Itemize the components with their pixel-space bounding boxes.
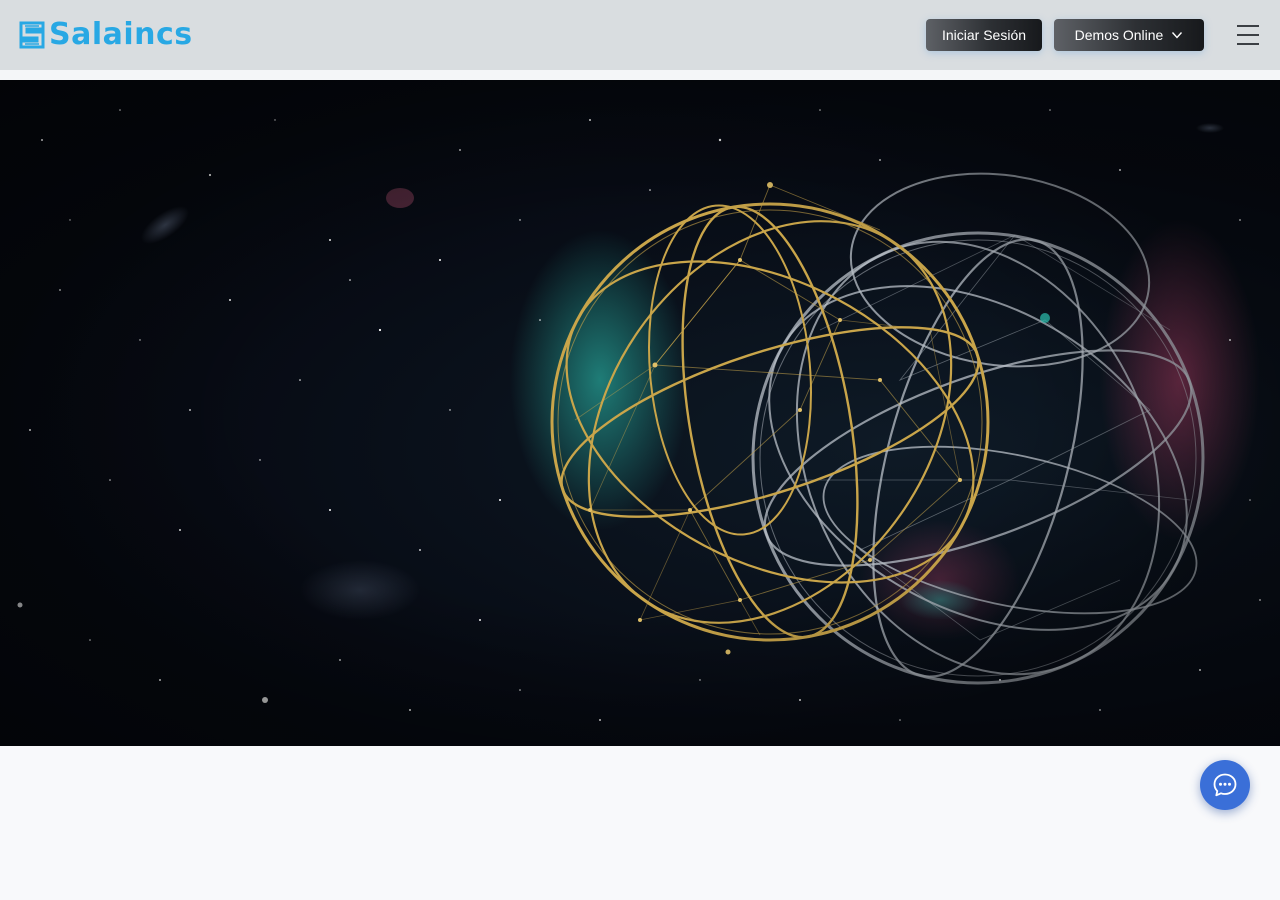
logo-text: Salaincs [49, 17, 193, 52]
demos-online-button[interactable]: Demos Online [1054, 19, 1204, 51]
hero-banner [0, 80, 1280, 746]
site-header: Salaincs Iniciar Sesión Demos Online [0, 0, 1280, 70]
chat-button[interactable] [1200, 760, 1250, 810]
login-button[interactable]: Iniciar Sesión [926, 19, 1042, 51]
login-button-label: Iniciar Sesión [941, 27, 1027, 43]
hamburger-menu-icon[interactable] [1236, 24, 1260, 46]
logo[interactable]: Salaincs [17, 19, 193, 51]
salaincs-logo-mark [19, 21, 45, 49]
demos-online-label: Demos Online [1074, 27, 1164, 43]
header-divider [0, 70, 1280, 80]
chevron-down-icon [1172, 32, 1183, 39]
hero-image [0, 80, 1280, 746]
chat-bubble-icon [1213, 773, 1237, 797]
page-content-area [0, 746, 1280, 900]
